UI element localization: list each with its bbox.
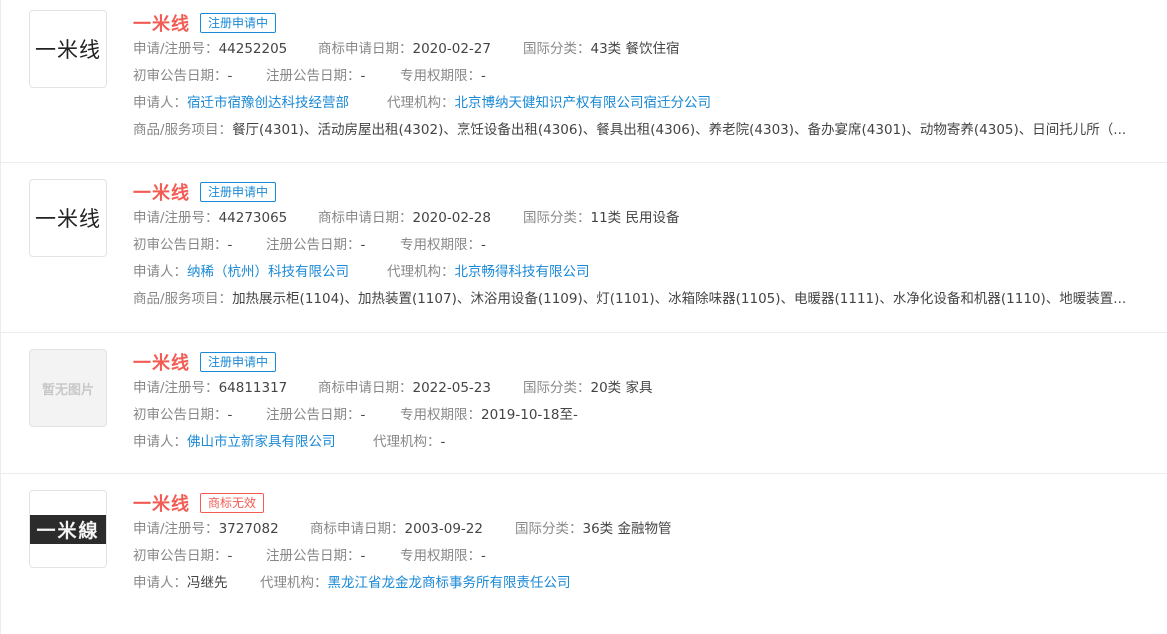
exclusive-period-value: -: [481, 237, 486, 253]
agency-link[interactable]: 黑龙江省龙金龙商标事务所有限责任公司: [328, 575, 571, 591]
apply-date-value: 2020-02-27: [412, 41, 491, 57]
agency-link[interactable]: 北京博纳天健知识产权有限公司宿迁分公司: [455, 95, 712, 111]
reg-date-value: -: [360, 237, 366, 253]
apply-date-label: 商标申请日期：: [318, 41, 413, 57]
reg-date-label: 注册公告日期：: [266, 407, 361, 423]
reg-date-value: -: [360, 548, 366, 564]
trademark-image[interactable]: 一米线: [29, 179, 107, 257]
applicant-link[interactable]: 佛山市立新家具有限公司: [187, 434, 336, 450]
reg-no-value: 64811317: [218, 380, 288, 396]
reg-no-label: 申请/注册号：: [133, 210, 219, 226]
prelim-date-value: -: [227, 68, 233, 84]
agency-label: 代理机构：: [387, 264, 455, 280]
reg-no-value: 3727082: [218, 521, 279, 537]
trademark-image-text: 一米线: [35, 207, 101, 231]
trademark-name[interactable]: 一米线: [133, 10, 190, 36]
goods-value: 加热展示柜(1104)、加热装置(1107)、沐浴用设备(1109)、灯(110…: [232, 291, 1127, 307]
exclusive-period-label: 专用权期限：: [400, 548, 481, 564]
trademark-name[interactable]: 一米线: [133, 179, 190, 205]
prelim-date-value: -: [227, 237, 233, 253]
intl-class-value: 11类 民用设备: [590, 210, 680, 226]
reg-date-label: 注册公告日期：: [266, 548, 361, 564]
status-badge: 商标无效: [200, 493, 265, 513]
reg-date-value: -: [360, 407, 366, 423]
exclusive-period-label: 专用权期限：: [400, 68, 481, 84]
trademark-image[interactable]: 一米線: [29, 490, 107, 568]
applicant-label: 申请人：: [133, 95, 187, 111]
reg-date-label: 注册公告日期：: [266, 68, 361, 84]
reg-date-label: 注册公告日期：: [266, 237, 361, 253]
trademark-card: 一米线 一米线 注册申请中 申请/注册号：44273065 商标申请日期：2020…: [0, 163, 1167, 333]
reg-no-value: 44273065: [218, 210, 288, 226]
trademark-image[interactable]: 一米线: [29, 10, 107, 88]
exclusive-period-value: -: [481, 68, 486, 84]
agency-value: -: [440, 434, 446, 450]
prelim-date-label: 初审公告日期：: [133, 68, 228, 84]
apply-date-value: 2020-02-28: [412, 210, 491, 226]
agency-label: 代理机构：: [387, 95, 455, 111]
intl-class-label: 国际分类：: [523, 380, 591, 396]
trademark-image-text: 一米線: [30, 514, 106, 544]
applicant-link[interactable]: 宿迁市宿豫创达科技经营部: [187, 95, 349, 111]
prelim-date-label: 初审公告日期：: [133, 407, 228, 423]
exclusive-period-value: -: [481, 548, 486, 564]
agency-label: 代理机构：: [260, 575, 328, 591]
goods-label: 商品/服务项目：: [133, 291, 233, 307]
apply-date-label: 商标申请日期：: [318, 210, 413, 226]
reg-date-value: -: [360, 68, 366, 84]
prelim-date-value: -: [227, 548, 233, 564]
prelim-date-value: -: [227, 407, 233, 423]
trademark-name[interactable]: 一米线: [133, 349, 190, 375]
apply-date-label: 商标申请日期：: [310, 521, 405, 537]
exclusive-period-value: 2019-10-18至-: [481, 407, 578, 423]
status-badge: 注册申请中: [200, 13, 277, 33]
reg-no-label: 申请/注册号：: [133, 521, 219, 537]
intl-class-value: 36类 金融物管: [582, 521, 672, 537]
intl-class-label: 国际分类：: [523, 41, 591, 57]
apply-date-value: 2003-09-22: [404, 521, 483, 537]
apply-date-label: 商标申请日期：: [318, 380, 413, 396]
applicant-label: 申请人：: [133, 264, 187, 280]
reg-no-label: 申请/注册号：: [133, 380, 219, 396]
exclusive-period-label: 专用权期限：: [400, 237, 481, 253]
trademark-result-list: 一米线 一米线 注册申请中 申请/注册号：44252205 商标申请日期：2020…: [0, 0, 1167, 634]
exclusive-period-label: 专用权期限：: [400, 407, 481, 423]
trademark-image-placeholder[interactable]: 暂无图片: [29, 349, 107, 427]
goods-label: 商品/服务项目：: [133, 122, 233, 138]
trademark-card: 一米線 一米线 商标无效 申请/注册号：3727082 商标申请日期：2003-0…: [0, 474, 1167, 634]
applicant-label: 申请人：: [133, 575, 187, 591]
no-image-text: 暂无图片: [41, 382, 94, 398]
status-badge: 注册申请中: [200, 352, 277, 372]
trademark-image-text: 一米线: [35, 38, 101, 62]
prelim-date-label: 初审公告日期：: [133, 548, 228, 564]
applicant-label: 申请人：: [133, 434, 187, 450]
reg-no-value: 44252205: [218, 41, 288, 57]
intl-class-label: 国际分类：: [515, 521, 583, 537]
status-badge: 注册申请中: [200, 182, 277, 202]
goods-value: 餐厅(4301)、活动房屋出租(4302)、烹饪设备出租(4306)、餐具出租(…: [232, 122, 1127, 138]
trademark-name[interactable]: 一米线: [133, 490, 190, 516]
agency-label: 代理机构：: [373, 434, 441, 450]
intl-class-value: 20类 家具: [590, 380, 653, 396]
agency-link[interactable]: 北京畅得科技有限公司: [455, 264, 590, 280]
trademark-card: 一米线 一米线 注册申请中 申请/注册号：44252205 商标申请日期：2020…: [0, 0, 1167, 163]
prelim-date-label: 初审公告日期：: [133, 237, 228, 253]
reg-no-label: 申请/注册号：: [133, 41, 219, 57]
intl-class-value: 43类 餐饮住宿: [590, 41, 680, 57]
applicant-value: 冯继先: [187, 575, 228, 591]
applicant-link[interactable]: 纳稀（杭州）科技有限公司: [187, 264, 349, 280]
intl-class-label: 国际分类：: [523, 210, 591, 226]
apply-date-value: 2022-05-23: [412, 380, 491, 396]
trademark-card: 暂无图片 一米线 注册申请中 申请/注册号：64811317 商标申请日期：202…: [0, 333, 1167, 474]
